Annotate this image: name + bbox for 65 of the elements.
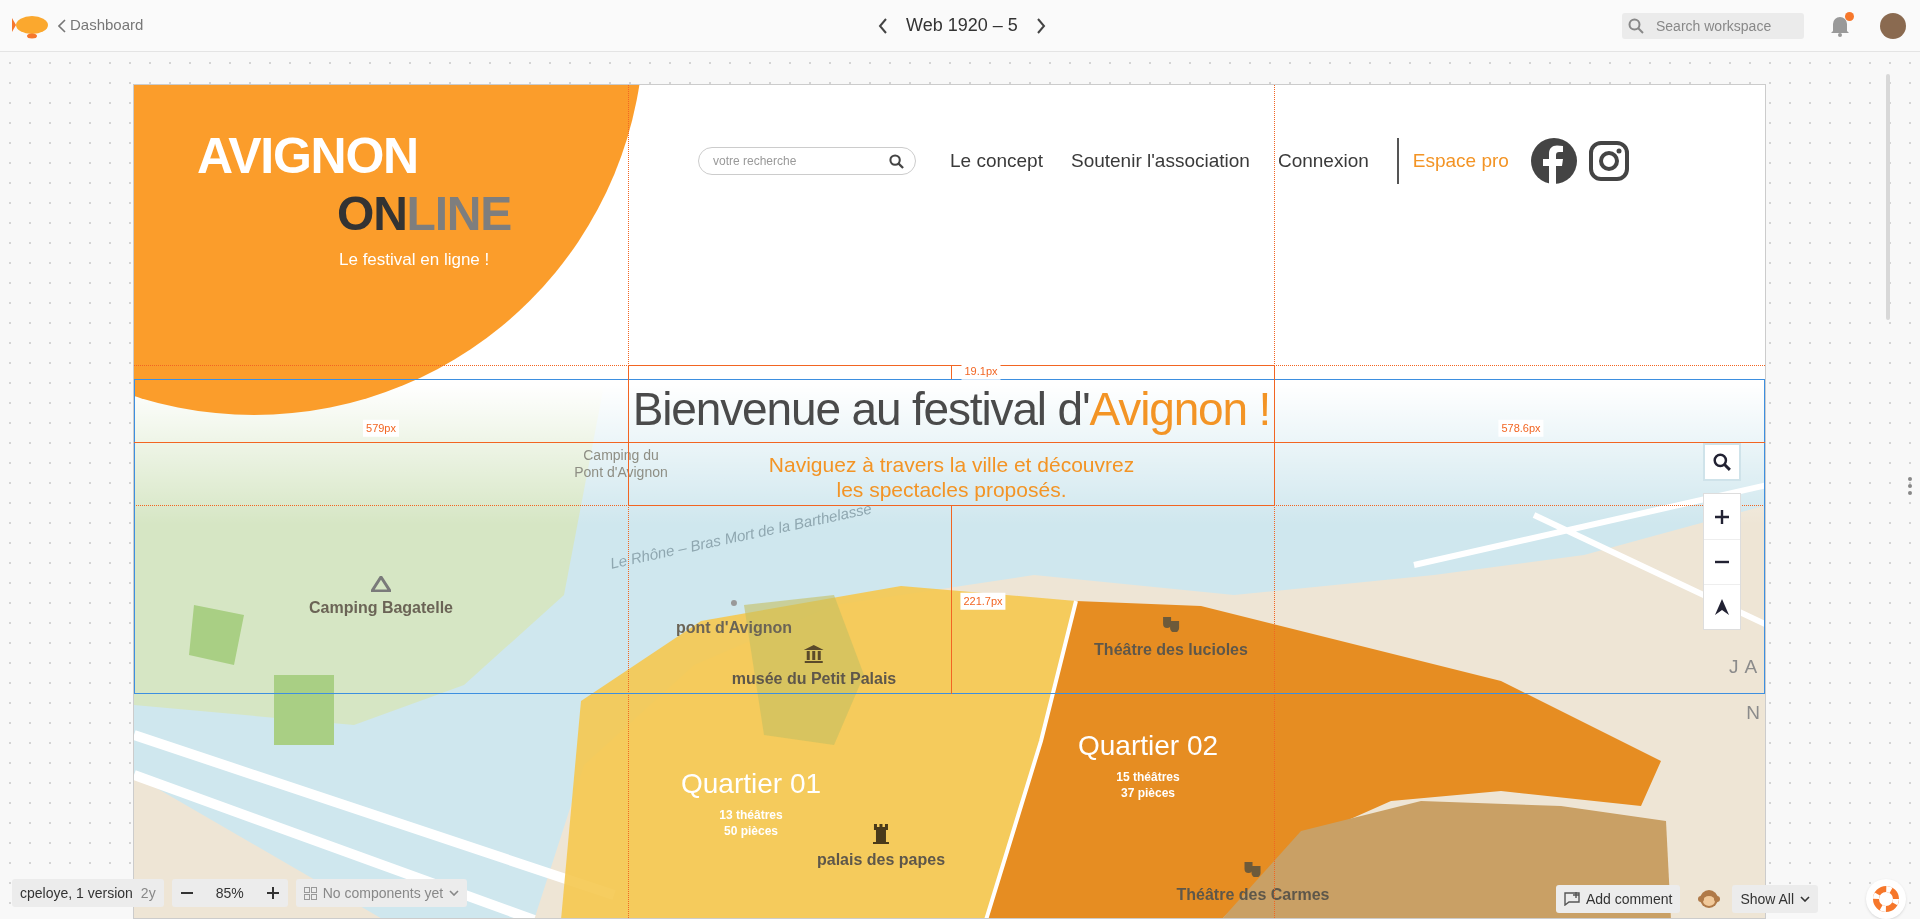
chevron-left-icon (58, 18, 66, 33)
tent-icon (371, 576, 391, 592)
workspace-search-field[interactable]: Search workspace (1622, 12, 1804, 39)
help-button[interactable] (1866, 879, 1907, 919)
map-search-button[interactable] (1703, 443, 1741, 481)
nav-link[interactable]: Soutenir l'association (1070, 146, 1250, 176)
logo-tagline: Le festival en ligne ! (339, 249, 491, 271)
river-label: Le Rhône – Bras Mort de la Barthelasse (608, 499, 874, 574)
version-author: cpeloye, 1 version (20, 883, 133, 903)
map-edge-label: JA (1728, 655, 1764, 679)
map-place-label: Camping Bagatelle (309, 598, 453, 618)
measurement-label: 578.6px (1498, 419, 1544, 437)
screen-title: Web 1920 – 5 (906, 14, 1018, 37)
components-icon (303, 886, 317, 900)
comment-icon (1564, 892, 1580, 906)
search-icon (889, 154, 904, 169)
instagram-icon[interactable] (1588, 141, 1629, 181)
version-info[interactable]: cpeloye, 1 version 2y (12, 879, 164, 907)
measurement-label: 579px (363, 419, 399, 437)
measurement-label: 19.1px (961, 362, 1001, 380)
monkey-icon[interactable] (1698, 888, 1721, 910)
museum-icon (804, 645, 824, 663)
hero-subtitle: Naviguez à travers la ville et découvrez les spectacles proposés. (768, 452, 1135, 502)
map-place-label: musée du Petit Palais (731, 669, 897, 689)
castle-tower-icon (873, 824, 889, 844)
hero-title: Bienvenue au festival d'Avignon ! (632, 382, 1271, 436)
add-comment-button[interactable]: Add comment (1556, 885, 1681, 913)
more-options-icon[interactable] (1907, 476, 1913, 496)
district-name: Quartier 02 (1077, 729, 1219, 763)
dashboard-link[interactable]: Dashboard (58, 14, 144, 37)
caret-icon (1800, 896, 1811, 902)
map-place-label: Théâtre des lucioles (1094, 640, 1248, 660)
facebook-icon[interactable] (1530, 138, 1577, 184)
theatre-masks-icon (1162, 616, 1180, 632)
zoom-in-button[interactable] (265, 887, 280, 899)
map-place-label: palais des papes (816, 850, 946, 870)
plus-icon (1715, 509, 1729, 524)
district-name: Quartier 01 (680, 767, 822, 801)
scrollbar[interactable] (1886, 74, 1890, 320)
nav-link[interactable]: Le concept (950, 146, 1043, 176)
user-avatar[interactable] (1880, 12, 1906, 39)
theatre-masks-icon (1244, 861, 1262, 877)
search-icon (1628, 17, 1644, 34)
measure-line (951, 365, 952, 379)
caret-icon (449, 890, 460, 896)
previous-screen-icon[interactable] (878, 17, 888, 34)
minus-icon (1715, 560, 1729, 564)
north-arrow-icon (1715, 599, 1729, 615)
district-stats: 15 théâtres 37 pièces (1116, 769, 1180, 801)
search-icon (1713, 453, 1731, 471)
minus-icon (180, 892, 193, 894)
lifebuoy-icon (1873, 886, 1900, 912)
dot-icon (731, 600, 737, 606)
measurement-label: 221.7px (960, 592, 1006, 610)
district-stats: 13 théâtres 50 pièces (719, 807, 783, 839)
zoom-level: 85% (214, 883, 245, 903)
logo-subtitle: ONLINE (337, 187, 512, 241)
next-screen-icon[interactable] (1035, 17, 1046, 34)
plus-icon (266, 887, 279, 899)
site-search-field[interactable]: votre recherche (698, 147, 916, 175)
version-age: 2y (140, 883, 156, 903)
nav-link[interactable]: Connexion (1277, 146, 1369, 176)
show-all-dropdown[interactable]: Show All (1732, 885, 1819, 913)
logo-title: AVIGNON (197, 127, 419, 186)
map-edge-label: N (1746, 701, 1765, 725)
